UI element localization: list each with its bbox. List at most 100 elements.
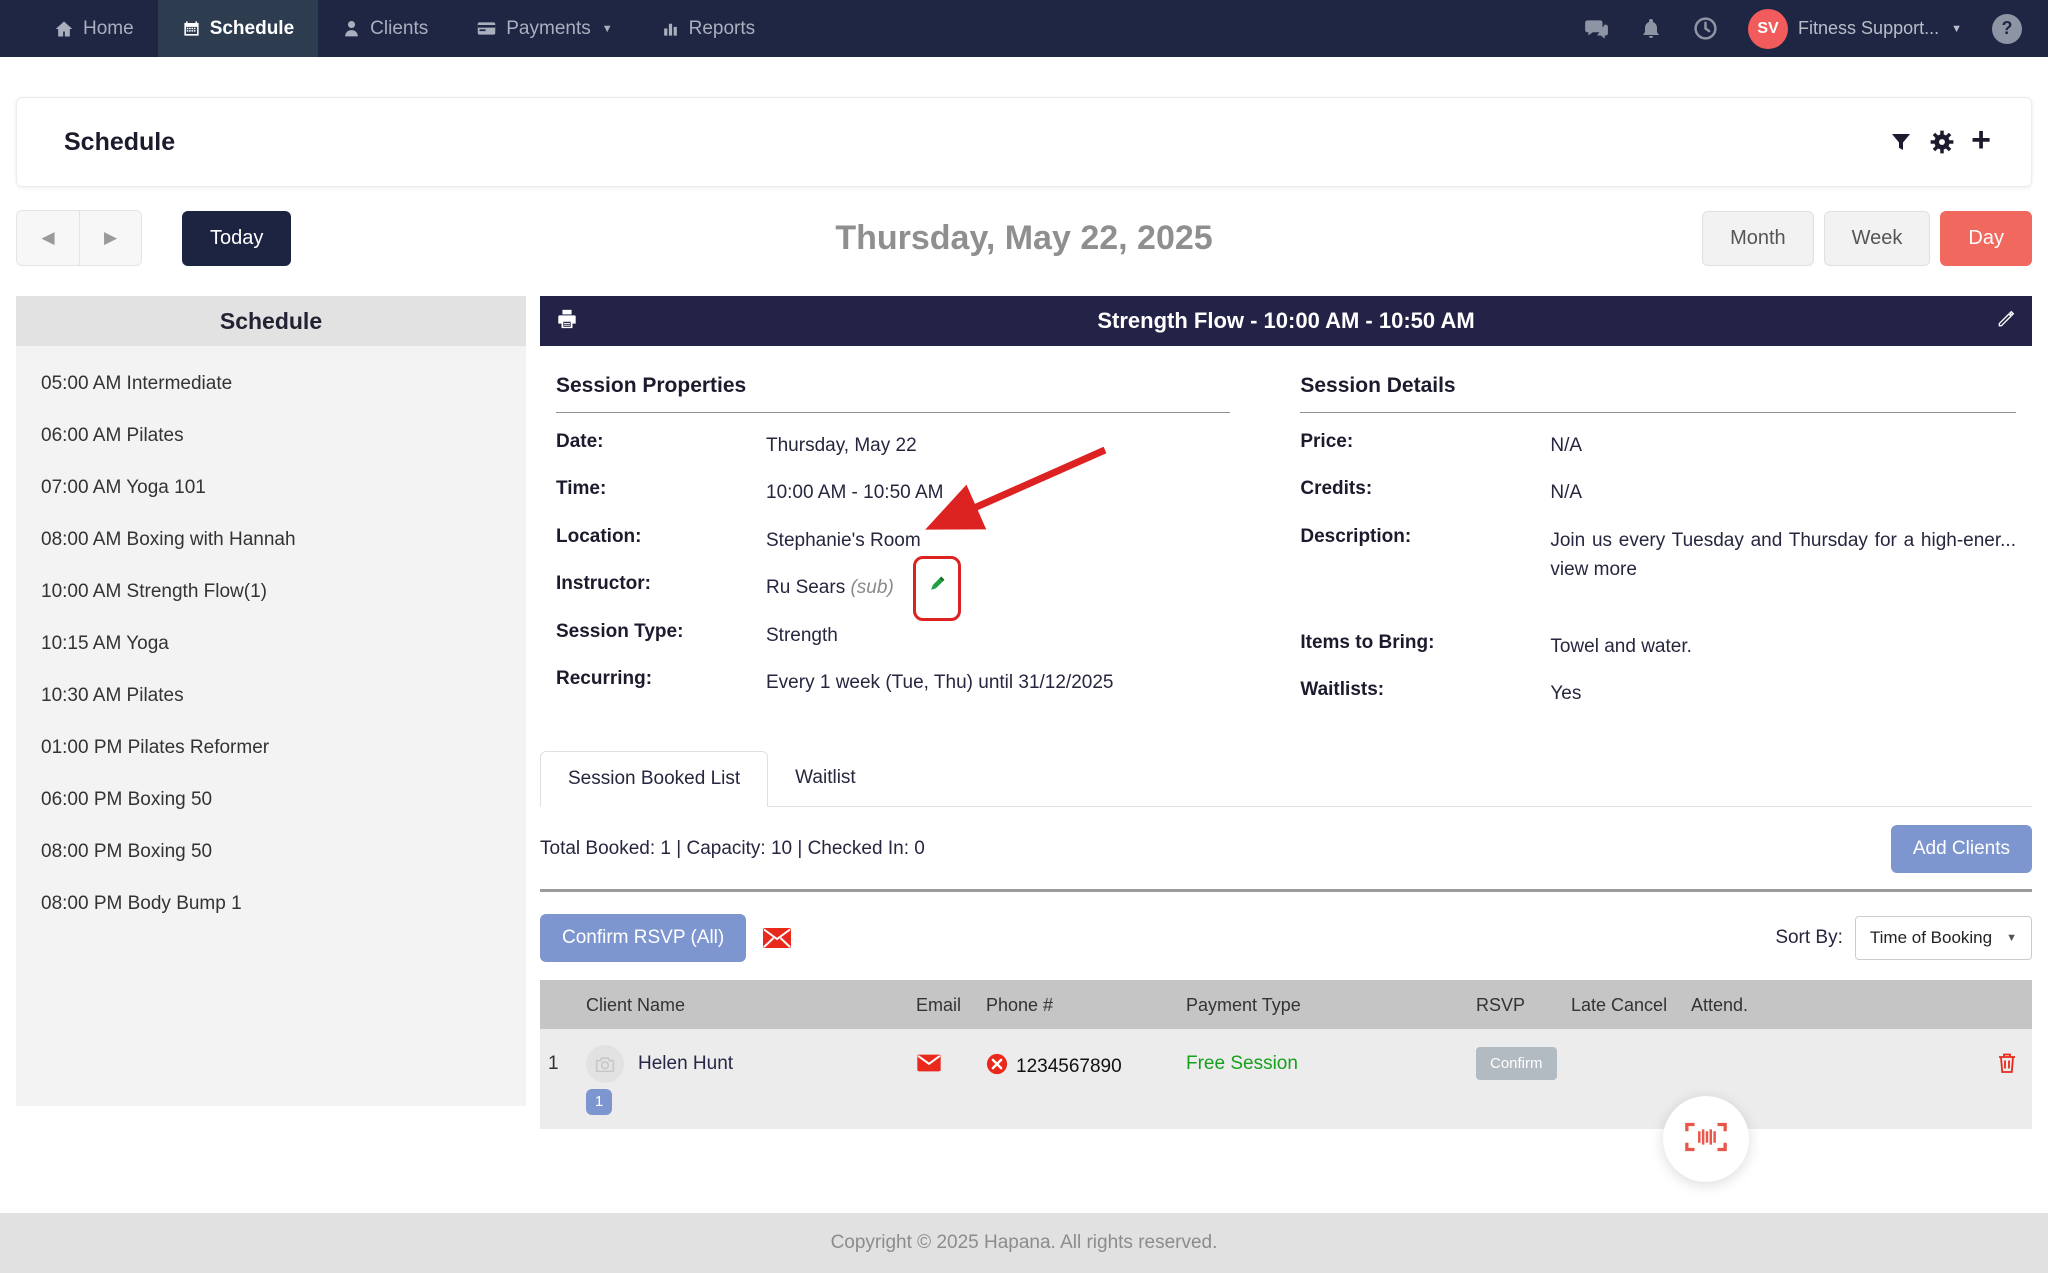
page-title: Schedule: [64, 128, 175, 157]
prev-day-button[interactable]: ◀: [17, 211, 79, 265]
detail-row-items: Items to Bring: Towel and water.: [1300, 632, 2016, 661]
send-email-icon[interactable]: [762, 926, 792, 950]
nav-item-label: Home: [83, 18, 134, 40]
invalid-phone-icon: [986, 1053, 1008, 1081]
detail-row-description: Description: Join us every Tuesday and T…: [1300, 526, 2016, 614]
col-header-client-name: Client Name: [586, 993, 916, 1016]
top-navbar: Home Schedule Clients Payments ▼ Reports…: [0, 0, 2048, 57]
user-menu[interactable]: SV Fitness Support... ▼: [1748, 9, 1962, 49]
sidebar-session-item[interactable]: 08:00 PM Body Bump 1: [16, 878, 526, 930]
chevron-down-icon: ▼: [602, 23, 613, 35]
table-row: 1 1 Helen Hunt 1234567890 Free Session C…: [540, 1029, 2032, 1129]
add-clients-button[interactable]: Add Clients: [1891, 825, 2032, 873]
sidebar-title: Schedule: [16, 296, 526, 346]
booking-summary: Total Booked: 1 | Capacity: 10 | Checked…: [540, 838, 925, 860]
navbar-right: SV Fitness Support... ▼ ?: [1583, 0, 2022, 57]
description-text: Join us every Tuesday and Thursday for a…: [1550, 530, 2016, 551]
client-cell: 1 Helen Hunt: [586, 1045, 916, 1115]
confirm-rsvp-all-button[interactable]: Confirm RSVP (All): [540, 914, 746, 962]
sort-by-dropdown[interactable]: Time of Booking ▼: [1855, 916, 2032, 960]
sidebar-session-item[interactable]: 06:00 PM Boxing 50: [16, 774, 526, 826]
edit-session-icon[interactable]: [1996, 309, 2016, 334]
plus-icon[interactable]: +: [1971, 123, 1991, 157]
edit-instructor-icon[interactable]: [926, 573, 948, 604]
avatar: SV: [1748, 9, 1788, 49]
property-row-time: Time: 10:00 AM - 10:50 AM: [556, 478, 1230, 507]
col-header-late-cancel: Late Cancel: [1571, 993, 1691, 1016]
booked-clients-table: Client Name Email Phone # Payment Type R…: [540, 980, 2032, 1129]
schedule-sidebar: Schedule 05:00 AM Intermediate 06:00 AM …: [16, 296, 526, 1106]
gear-icon[interactable]: [1929, 129, 1955, 155]
today-button[interactable]: Today: [182, 211, 291, 266]
clock-icon[interactable]: [1693, 16, 1718, 41]
next-day-button[interactable]: ▶: [79, 211, 141, 265]
page-header-card: Schedule +: [16, 97, 2032, 187]
month-view-button[interactable]: Month: [1702, 211, 1814, 266]
filter-icon[interactable]: [1889, 130, 1913, 154]
nav-item-label: Payments: [506, 18, 590, 40]
user-name: Fitness Support...: [1798, 18, 1939, 39]
tab-waitlist[interactable]: Waitlist: [768, 751, 883, 806]
bell-icon[interactable]: [1639, 17, 1663, 41]
session-title: Strength Flow - 10:00 AM - 10:50 AM: [1097, 308, 1474, 334]
sidebar-session-item[interactable]: 10:15 AM Yoga: [16, 618, 526, 670]
session-header-bar: Strength Flow - 10:00 AM - 10:50 AM: [540, 296, 2032, 346]
nav-item-label: Reports: [689, 18, 756, 40]
sidebar-session-item[interactable]: 05:00 AM Intermediate: [16, 358, 526, 410]
nav-item-reports[interactable]: Reports: [637, 0, 780, 57]
email-icon[interactable]: [916, 1045, 986, 1078]
rsvp-actions-row: Confirm RSVP (All) Sort By: Time of Book…: [540, 914, 2032, 962]
nav-item-payments[interactable]: Payments ▼: [452, 0, 636, 57]
nav-item-schedule[interactable]: Schedule: [158, 0, 318, 57]
day-view-button[interactable]: Day: [1940, 211, 2032, 266]
divider: [540, 889, 2032, 892]
view-more-link[interactable]: view more: [1550, 559, 1637, 580]
week-view-button[interactable]: Week: [1824, 211, 1931, 266]
person-icon: [342, 19, 361, 38]
barcode-scan-icon: [1683, 1121, 1729, 1158]
nav-item-label: Schedule: [210, 18, 294, 40]
sidebar-session-item[interactable]: 07:00 AM Yoga 101: [16, 462, 526, 514]
nav-item-clients[interactable]: Clients: [318, 0, 452, 57]
sidebar-session-item[interactable]: 10:00 AM Strength Flow(1): [16, 566, 526, 618]
section-heading: Session Properties: [556, 374, 1230, 413]
sort-by-label: Sort By:: [1775, 927, 1843, 949]
content-area: Schedule 05:00 AM Intermediate 06:00 AM …: [16, 296, 2032, 1129]
instructor-sub-note: (sub): [850, 577, 893, 598]
booking-summary-row: Total Booked: 1 | Capacity: 10 | Checked…: [540, 825, 2032, 873]
sidebar-session-item[interactable]: 08:00 PM Boxing 50: [16, 826, 526, 878]
property-row-recurring: Recurring: Every 1 week (Tue, Thu) until…: [556, 668, 1230, 697]
client-name-link[interactable]: Helen Hunt: [638, 1053, 733, 1115]
help-icon[interactable]: ?: [1992, 14, 2022, 44]
detail-row-waitlists: Waitlists: Yes: [1300, 679, 2016, 708]
chevron-down-icon: ▼: [1951, 23, 1962, 35]
col-header-rsvp: RSVP: [1476, 993, 1571, 1016]
sort-by-value: Time of Booking: [1870, 928, 1992, 948]
barcode-scan-button[interactable]: [1663, 1096, 1749, 1182]
home-icon: [54, 19, 74, 39]
bar-chart-icon: [661, 19, 680, 38]
col-header-phone: Phone #: [986, 993, 1186, 1016]
confirm-rsvp-button[interactable]: Confirm: [1476, 1047, 1557, 1080]
sidebar-session-item[interactable]: 01:00 PM Pilates Reformer: [16, 722, 526, 774]
printer-icon[interactable]: [556, 308, 578, 335]
sidebar-session-item[interactable]: 06:00 AM Pilates: [16, 410, 526, 462]
detail-row-credits: Credits: N/A: [1300, 478, 2016, 507]
session-properties-section: Session Properties Date: Thursday, May 2…: [556, 374, 1230, 709]
col-header-email: Email: [916, 993, 986, 1016]
session-panel: Strength Flow - 10:00 AM - 10:50 AM Sess…: [540, 296, 2032, 1129]
session-details-section: Session Details Price: N/A Credits: N/A …: [1300, 374, 2022, 709]
arrow-left-icon: ◀: [41, 228, 54, 248]
arrow-right-icon: ▶: [104, 228, 117, 248]
nav-item-home[interactable]: Home: [30, 0, 158, 57]
col-header-payment-type: Payment Type: [1186, 993, 1476, 1016]
calendar-nav: ◀ ▶ Today Thursday, May 22, 2025 Month W…: [16, 210, 2032, 266]
booking-count-badge: 1: [586, 1089, 612, 1115]
sidebar-session-item[interactable]: 08:00 AM Boxing with Hannah: [16, 514, 526, 566]
tab-session-booked-list[interactable]: Session Booked List: [540, 751, 768, 807]
delete-booking-icon[interactable]: [1996, 1045, 2032, 1080]
calendar-icon: [182, 19, 201, 38]
chat-icon[interactable]: [1583, 16, 1609, 42]
sidebar-session-item[interactable]: 10:30 AM Pilates: [16, 670, 526, 722]
chevron-down-icon: ▼: [2006, 932, 2017, 944]
